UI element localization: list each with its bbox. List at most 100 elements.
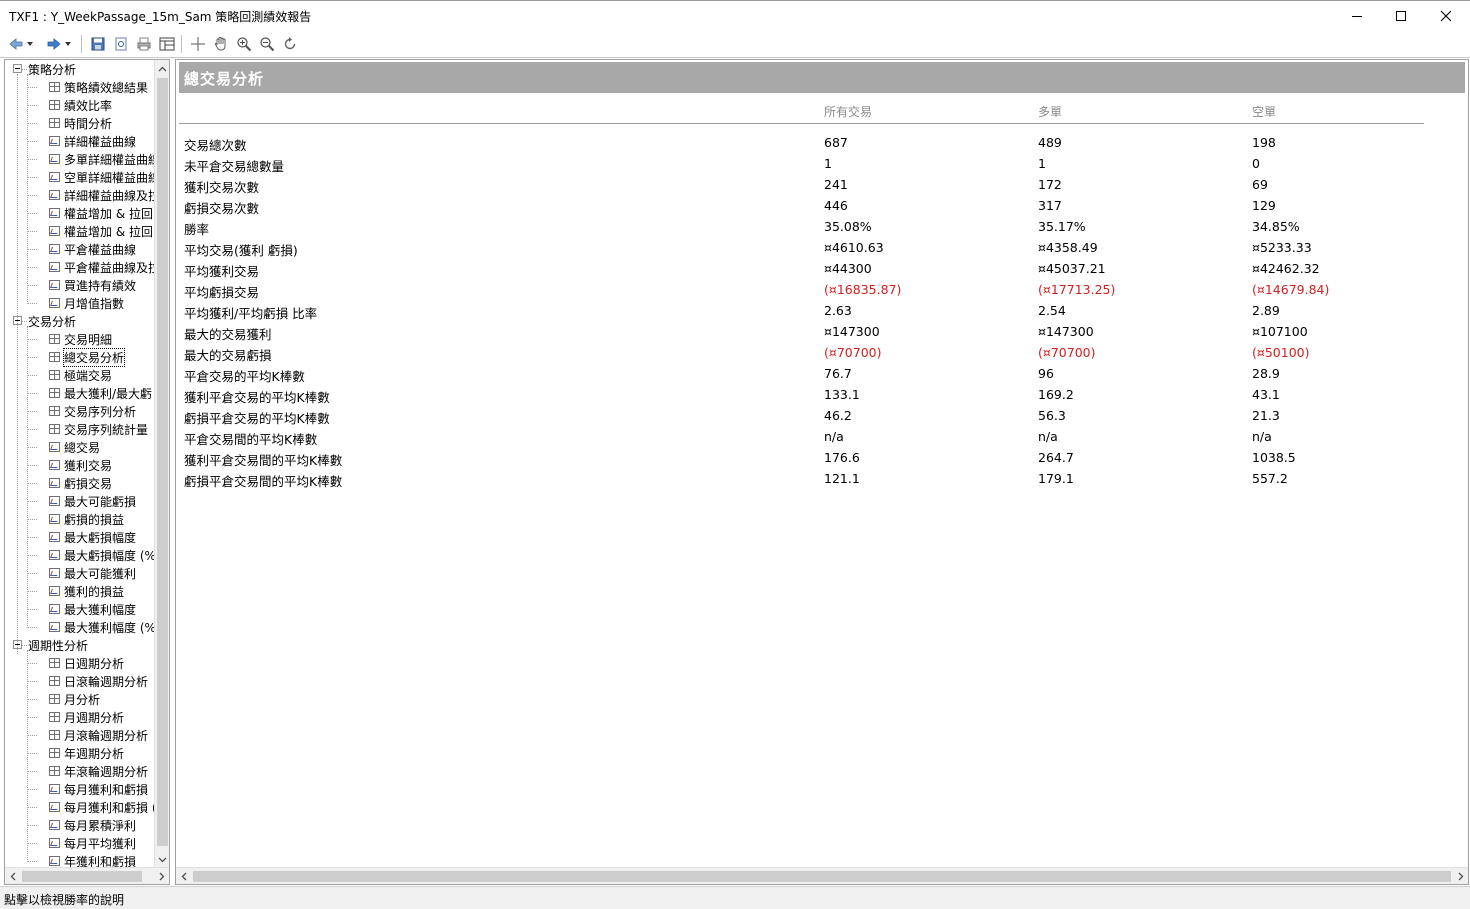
scroll-down-button[interactable]	[155, 851, 169, 868]
report-horizontal-scroll-thumb[interactable]	[193, 871, 1451, 882]
tree-item[interactable]: 每月獲利和虧損	[27, 780, 148, 798]
tree-item[interactable]: 日週期分析	[27, 654, 124, 672]
tree-item[interactable]: 交易明細	[27, 330, 112, 348]
tree-item[interactable]: 買進持有績效	[27, 276, 136, 294]
tree-item[interactable]: 交易序列統計量	[27, 420, 148, 438]
tree-item[interactable]: 最大虧損幅度	[27, 528, 136, 546]
metric-label[interactable]: 交易總次數	[184, 135, 247, 154]
metric-label[interactable]: 平均獲利交易	[184, 261, 259, 280]
tree-item[interactable]: 月週期分析	[27, 708, 124, 726]
tree-item[interactable]: 年週期分析	[27, 744, 124, 762]
crosshair-button[interactable]	[188, 34, 208, 54]
metric-label[interactable]: 平均交易(獲利 虧損)	[184, 240, 298, 259]
tree-item[interactable]: 空單詳細權益曲線	[27, 168, 155, 186]
tree-item[interactable]: 最大獲利幅度	[27, 600, 136, 618]
tree-horizontal-scroll-thumb[interactable]	[22, 871, 142, 882]
tree-item[interactable]: 年滾輪週期分析	[27, 762, 148, 780]
tree-vertical-scrollbar[interactable]	[154, 60, 169, 868]
zoom-out-button[interactable]	[257, 34, 277, 54]
tree-item[interactable]: 每月累積淨利	[27, 816, 136, 834]
tree-item[interactable]: 獲利交易	[27, 456, 112, 474]
table-view-button[interactable]	[157, 34, 177, 54]
zoom-in-button[interactable]	[234, 34, 254, 54]
table-row[interactable]: 虧損平倉交易的平均K棒數 46.2 56.3 21.3	[176, 405, 1466, 426]
tree-item[interactable]: 績效比率	[27, 96, 112, 114]
metric-label[interactable]: 最大的交易獲利	[184, 324, 272, 343]
tree-item[interactable]: 權益增加 & 拉回(	[27, 222, 155, 240]
tree-item[interactable]: 極端交易	[27, 366, 112, 384]
tree-group[interactable]: 週期性分析	[13, 636, 88, 654]
forward-button[interactable]	[44, 34, 64, 54]
metric-label[interactable]: 獲利交易次數	[184, 177, 259, 196]
metric-label[interactable]: 虧損平倉交易間的平均K棒數	[184, 471, 342, 490]
metric-label[interactable]: 未平倉交易總數量	[184, 156, 284, 175]
tree-vertical-scroll-thumb[interactable]	[157, 78, 168, 846]
print-preview-button[interactable]	[111, 34, 131, 54]
tree-item[interactable]: 權益增加 & 拉回	[27, 204, 153, 222]
tree-item[interactable]: 詳細權益曲線及拉	[27, 186, 155, 204]
tree-item[interactable]: 每月獲利和虧損 (	[27, 798, 155, 816]
tree-item[interactable]: 詳細權益曲線	[27, 132, 136, 150]
table-row[interactable]: 未平倉交易總數量 1 1 0	[176, 153, 1466, 174]
scroll-up-button[interactable]	[155, 60, 169, 77]
table-row[interactable]: 平倉交易的平均K棒數 76.7 96 28.9	[176, 363, 1466, 384]
table-row[interactable]: 最大的交易獲利 ¤147300 ¤147300 ¤107100	[176, 321, 1466, 342]
report-horizontal-scrollbar[interactable]	[176, 867, 1468, 884]
tree-item[interactable]: 交易序列分析	[27, 402, 136, 420]
table-row[interactable]: 虧損平倉交易間的平均K棒數 121.1 179.1 557.2	[176, 468, 1466, 489]
back-button[interactable]	[6, 34, 26, 54]
tree-horizontal-scrollbar[interactable]	[5, 867, 169, 884]
table-row[interactable]: 勝率 35.08% 35.17% 34.85%	[176, 216, 1466, 237]
table-row[interactable]: 獲利交易次數 241 172 69	[176, 174, 1466, 195]
table-row[interactable]: 平均虧損交易 (¤16835.87) (¤17713.25) (¤14679.84)	[176, 279, 1466, 300]
tree-item[interactable]: 月滾輪週期分析	[27, 726, 148, 744]
print-button[interactable]	[134, 34, 154, 54]
tree-item[interactable]: 平倉權益曲線及拉	[27, 258, 155, 276]
tree-item[interactable]: 月分析	[27, 690, 100, 708]
table-row[interactable]: 交易總次數 687 489 198	[176, 132, 1466, 153]
tree-item[interactable]: 最大虧損幅度 (%	[27, 546, 155, 564]
forward-dropdown-button[interactable]	[62, 34, 74, 54]
tree-item[interactable]: 策略績效總結果	[27, 78, 148, 96]
scroll-left-button[interactable]	[176, 868, 191, 884]
maximize-button[interactable]	[1378, 1, 1424, 31]
tree-item[interactable]: 多單詳細權益曲線	[27, 150, 155, 168]
tree-item[interactable]: 平倉權益曲線	[27, 240, 136, 258]
close-button[interactable]	[1423, 1, 1469, 31]
tree-item[interactable]: 最大可能虧損	[27, 492, 136, 510]
table-row[interactable]: 獲利平倉交易間的平均K棒數 176.6 264.7 1038.5	[176, 447, 1466, 468]
scroll-left-button[interactable]	[5, 868, 20, 884]
tree-item[interactable]: 虧損交易	[27, 474, 112, 492]
tree-item[interactable]: 最大獲利/最大虧	[27, 384, 152, 402]
collapse-icon[interactable]	[13, 64, 22, 73]
metric-label[interactable]: 獲利平倉交易間的平均K棒數	[184, 450, 342, 469]
table-row[interactable]: 平均獲利/平均虧損 比率 2.63 2.54 2.89	[176, 300, 1466, 321]
table-row[interactable]: 虧損交易次數 446 317 129	[176, 195, 1466, 216]
tree-item[interactable]: 虧損的損益	[27, 510, 124, 528]
metric-label[interactable]: 勝率	[184, 219, 209, 238]
tree-item[interactable]: 獲利的損益	[27, 582, 124, 600]
hand-button[interactable]	[211, 34, 231, 54]
table-row[interactable]: 平均交易(獲利 虧損) ¤4610.63 ¤4358.49 ¤5233.33	[176, 237, 1466, 258]
metric-label[interactable]: 虧損平倉交易的平均K棒數	[184, 408, 330, 427]
refresh-button[interactable]	[280, 34, 300, 54]
tree-item[interactable]: 月增值指數	[27, 294, 124, 312]
tree-item[interactable]: 日滾輪週期分析	[27, 672, 148, 690]
table-row[interactable]: 平均獲利交易 ¤44300 ¤45037.21 ¤42462.32	[176, 258, 1466, 279]
table-row[interactable]: 平倉交易間的平均K棒數 n/a n/a n/a	[176, 426, 1466, 447]
tree-item[interactable]: 最大獲利幅度 (%	[27, 618, 155, 636]
tree-item[interactable]: 時間分析	[27, 114, 112, 132]
back-dropdown-button[interactable]	[24, 34, 36, 54]
scroll-right-button[interactable]	[154, 868, 169, 884]
tree-group[interactable]: 策略分析	[13, 60, 76, 78]
tree-item[interactable]: 每月平均獲利	[27, 834, 136, 852]
metric-label[interactable]: 平倉交易的平均K棒數	[184, 366, 305, 385]
metric-label[interactable]: 獲利平倉交易的平均K棒數	[184, 387, 330, 406]
tree-item[interactable]: 年獲利和虧損	[27, 852, 136, 868]
table-row[interactable]: 獲利平倉交易的平均K棒數 133.1 169.2 43.1	[176, 384, 1466, 405]
scroll-right-button[interactable]	[1453, 868, 1468, 884]
metric-label[interactable]: 平均虧損交易	[184, 282, 259, 301]
minimize-button[interactable]	[1334, 1, 1380, 31]
metric-label[interactable]: 平均獲利/平均虧損 比率	[184, 303, 317, 322]
metric-label[interactable]: 最大的交易虧損	[184, 345, 272, 364]
